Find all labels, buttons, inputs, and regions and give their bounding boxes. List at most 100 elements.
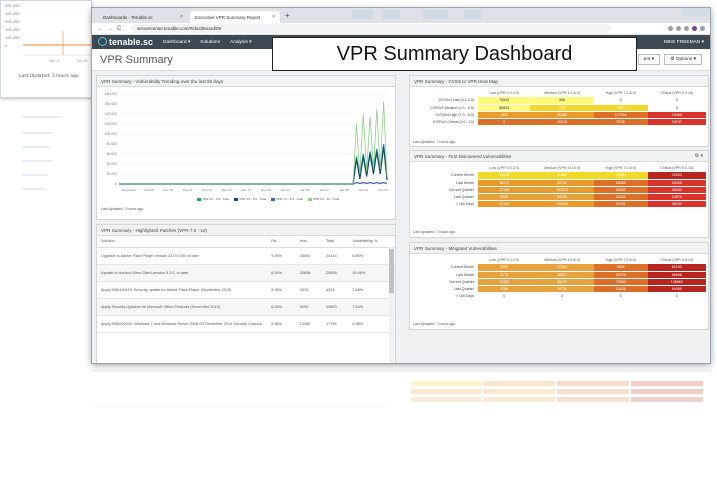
switch-dashboard-button[interactable]: ent ▾ [637,54,661,65]
heat-cell[interactable]: 20009 [478,172,531,180]
extension-icons [668,26,705,31]
menu-solutions[interactable]: Solutions [200,40,220,45]
heat-cell[interactable]: 986 [530,97,594,105]
close-icon[interactable]: × [180,14,183,20]
heat-cell[interactable]: 66834 [478,104,531,112]
heat-cell[interactable]: 150812 [530,186,594,194]
caption-overlay: VPR Summary Dashboard [272,37,637,71]
heat-cell[interactable]: 38440 [647,186,706,194]
heat-cell[interactable]: 13322 [478,278,531,286]
heat-cell[interactable]: 4299 [478,264,531,272]
extension-icon[interactable] [676,26,681,31]
heat-cell[interactable]: 83053 [593,186,648,194]
heat-cell[interactable]: 54155 [530,193,594,201]
heat-cell[interactable]: 0 [647,292,706,300]
heat-cell[interactable]: 16468 [647,111,706,119]
url-field[interactable]: securecenter.tenable.com/#/dashboard/09 [131,24,611,33]
table-row[interactable]: Update to Horizon View Client version 5.… [97,264,395,282]
heat-cell[interactable]: 1286 [478,285,531,293]
heat-cell[interactable]: 138663 [647,278,706,286]
heat-cell[interactable]: 8176 [478,271,531,279]
profile-icon[interactable] [692,26,697,31]
tab-executive-report[interactable]: Executive VPR Summary Report × [190,11,280,23]
heat-cell[interactable]: 0 [647,104,706,112]
menu-icon[interactable] [700,26,705,31]
heat-cell[interactable]: 94469 [647,285,706,293]
reload-icon[interactable]: C [117,26,127,32]
heat-cell[interactable]: 10670 [647,193,706,201]
heat-cell[interactable]: 62744 [530,179,594,187]
screenshot-stage: 500,000 400,000 300,000 200,000 100,000 … [0,0,717,490]
heat-cell[interactable]: 23826 [593,285,648,293]
back-icon[interactable]: ← [97,26,107,32]
series-line [119,146,388,185]
heat-cell[interactable]: 18747 [647,118,706,126]
heat-cell[interactable]: 6898 [593,172,648,180]
table-row[interactable]: Apply Security Updates for Microsoft Off… [97,298,395,316]
heat-cell[interactable]: 18971 [478,179,531,187]
heat-cell[interactable]: 18059 [593,179,648,187]
tenable-logo[interactable]: tenable.sc [98,37,153,47]
table-row[interactable]: Apply MS#190115: Security update for Ado… [97,281,395,299]
legend-swatch [233,197,238,201]
heat-cell[interactable]: 0 [530,292,594,300]
heat-cell[interactable]: 5236 [593,118,648,126]
heat-cell[interactable]: 20534 [647,172,706,180]
table-cell: 25658 [322,264,349,282]
options-button[interactable]: ⚙ Options ▾ [664,54,702,65]
heat-cell[interactable]: 0 [593,292,648,300]
heat-cell[interactable]: 74942 [478,97,531,105]
forward-icon[interactable]: → [107,26,117,32]
heat-cell[interactable]: 0 [647,97,706,105]
heat-cell[interactable]: 9058 [478,193,531,201]
heat-cell[interactable]: 0 [593,97,648,105]
heat-cell[interactable]: 63183 [647,264,706,272]
heat-cell[interactable]: 37108 [478,186,531,194]
heat-cell[interactable]: 18455 [647,179,706,187]
heat-cell[interactable]: 38290 [647,200,706,208]
heat-cell[interactable]: 20730 [530,285,594,293]
heat-cell[interactable]: 47108 [478,200,531,208]
panel-title: VPR Summary - Vulnerability Trending ove… [97,76,395,87]
user-menu[interactable]: MIKE FREEMAN ▾ [664,40,704,45]
heat-cell[interactable]: 32962 [530,264,594,272]
heat-cell[interactable]: 109804 [530,200,594,208]
heat-cell[interactable]: 31931 [593,200,648,208]
extension-icon[interactable] [684,26,689,31]
heat-cell[interactable]: 7202 [530,104,594,112]
trend-chart: 180,000 160,000 140,000 120,000 100,000 80,00… [105,92,388,192]
heat-cell[interactable]: 0 [478,292,531,300]
window-controls[interactable] [682,8,710,16]
heat-cell[interactable]: 2620 [593,104,648,112]
heat-cell[interactable]: 26624 [530,271,594,279]
heat-cell[interactable]: 30380 [530,111,594,119]
heat-cell[interactable]: 65470 [530,278,594,286]
col-header[interactable]: Ra... [267,236,296,248]
panel-title: VPR Summary - First Discovered Vulnerabi… [410,151,708,162]
heat-cell[interactable]: 43376 [593,271,648,279]
x-tick-label: Nov 09 [144,188,154,192]
scrollbar-thumb[interactable] [389,249,394,293]
heat-cell[interactable]: 0 [478,118,531,126]
table-row[interactable]: Apply MS#200002: Windows 7 and Windows S… [97,315,395,333]
menu-analysis[interactable]: Analysis ▾ [230,40,252,45]
tab-dashboards[interactable]: Dashboards - Tenable.sc × [98,11,188,23]
menu-dashboard[interactable]: Dashboard ▾ [163,40,190,45]
col-header[interactable]: Vulnerability % [348,236,395,248]
gear-icon[interactable]: ⚙ ▾ [695,151,703,162]
heat-cell[interactable]: 73836 [593,278,648,286]
col-header[interactable]: Total [322,236,349,248]
heat-cell[interactable]: 11684 [530,172,594,180]
heat-cell[interactable]: 86668 [647,271,706,279]
table-row[interactable]: Upgrade to Adobe Flash Player version 32… [97,247,395,265]
heat-cell[interactable]: 1602 [478,111,531,119]
new-tab-button[interactable]: + [285,11,290,23]
close-icon[interactable]: × [272,14,275,20]
heat-cell[interactable]: 5856 [593,264,648,272]
heat-cell[interactable]: 40015 [530,118,594,126]
star-icon[interactable] [668,26,673,31]
col-header[interactable]: Hos... [295,236,322,248]
heat-cell[interactable]: 107564 [593,111,648,119]
heat-cell[interactable]: 16343 [593,193,648,201]
col-header[interactable]: Solution [97,236,268,248]
